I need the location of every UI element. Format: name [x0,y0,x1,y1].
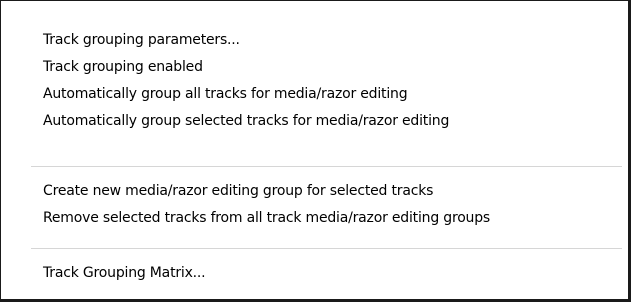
menu-item-auto-group-selected-tracks[interactable]: Automatically group selected tracks for … [1,108,628,135]
menu-item-track-grouping-matrix[interactable]: Track Grouping Matrix... [1,260,628,287]
menu-item-track-grouping-enabled[interactable]: Track grouping enabled [1,54,628,81]
menu-separator [31,166,622,167]
menu-group-matrix: Track Grouping Matrix... [1,260,628,287]
menu-group-editing-groups: Create new media/razor editing group for… [1,178,628,232]
menu-item-track-grouping-parameters[interactable]: Track grouping parameters... [1,27,628,54]
menu-item-remove-from-editing-groups[interactable]: Remove selected tracks from all track me… [1,205,628,232]
context-menu: Track grouping parameters... Track group… [0,0,631,302]
menu-separator [31,248,622,249]
menu-item-create-editing-group[interactable]: Create new media/razor editing group for… [1,178,628,205]
menu-group-grouping-options: Track grouping parameters... Track group… [1,27,628,135]
menu-item-auto-group-all-tracks[interactable]: Automatically group all tracks for media… [1,81,628,108]
